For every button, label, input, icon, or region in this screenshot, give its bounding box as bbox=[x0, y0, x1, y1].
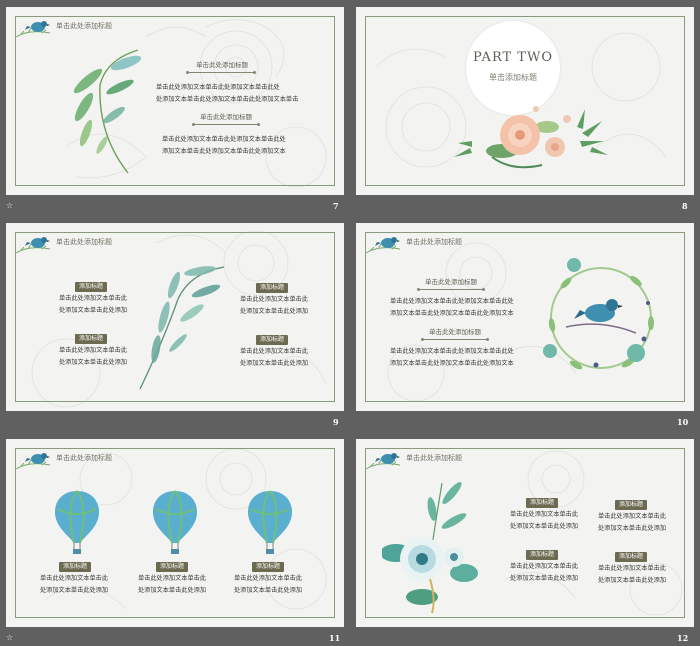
slide-thumbnail-7[interactable]: 单击此处添加标题 单击此处添加标题 单击此处添加文本单击此处添加文本单击此处 处… bbox=[6, 7, 344, 195]
paragraph-2-line-1: 单击此处添加文本单击此处添加文本单击此处 bbox=[390, 348, 514, 355]
slide-number: 11 bbox=[329, 633, 341, 643]
paragraph-2-line-2: 添加文本单击此处添加文本单击此处添加文本 bbox=[390, 360, 514, 367]
paragraph-1-line-1: 单击此处添加文本单击此处添加文本单击此处 bbox=[390, 298, 514, 305]
block-1-line-1: 单击此处添加文本单击此 bbox=[59, 295, 128, 302]
block-1-line-1: 单击此处添加文本单击此 bbox=[40, 575, 109, 582]
block-2-line-2: 处添加文本单击此处添加 bbox=[59, 359, 128, 366]
block-1-line-2: 处添加文本单击此处添加 bbox=[59, 307, 128, 314]
bird-icon bbox=[15, 453, 51, 470]
slide-thumbnail-8[interactable]: PART TWO 单击添加标题 bbox=[356, 7, 694, 195]
block-4-line-1: 单击此处添加文本单击此 bbox=[598, 565, 667, 572]
slide-thumbnail-11[interactable]: 单击此处添加标题 添加标题 单击此处添加文本单击此 处添加文本单击此处添加 添加… bbox=[6, 439, 344, 627]
subtitle-underline bbox=[417, 288, 485, 291]
section-pill: 添加标题 bbox=[59, 562, 92, 572]
paragraph-2-line-2: 添加文本单击此处添加文本单击此处添加文本 bbox=[162, 148, 286, 155]
hot-air-balloon-icon bbox=[152, 490, 198, 554]
block-2-line-2: 处添加文本单击此处添加 bbox=[138, 587, 207, 594]
block-3-line-2: 处添加文本单击此处添加 bbox=[598, 525, 667, 532]
part-subtitle: 单击添加标题 bbox=[489, 73, 537, 82]
block-1-line-2: 处添加文本单击此处添加 bbox=[40, 587, 109, 594]
slide-header-title: 单击此处添加标题 bbox=[56, 238, 112, 246]
slide-number: 8 bbox=[682, 201, 688, 211]
flower-bouquet-illustration bbox=[454, 106, 608, 169]
leaf-branch-illustration bbox=[139, 266, 225, 390]
subtitle-1: 单击此处添加标题 bbox=[196, 61, 248, 69]
section-pill: 添加标题 bbox=[615, 500, 648, 510]
slide-thumbnail-9[interactable]: 单击此处添加标题 添加标题 单击此处添加文本单击此 处添加文本单击此处添加 添加… bbox=[6, 223, 344, 411]
slide-number: 7 bbox=[333, 201, 339, 211]
section-pill: 添加标题 bbox=[256, 335, 289, 345]
block-2-line-1: 单击此处添加文本单击此 bbox=[59, 347, 128, 354]
block-4-line-1: 单击此处添加文本单击此 bbox=[240, 348, 309, 355]
block-4-line-2: 处添加文本单击此处添加 bbox=[240, 360, 309, 367]
subtitle-underline bbox=[192, 123, 260, 126]
paragraph-1-line-1: 单击此处添加文本单击此处添加文本单击此处 bbox=[156, 84, 280, 91]
block-3-line-2: 处添加文本单击此处添加 bbox=[240, 308, 309, 315]
slide-thumbnail-10[interactable]: 单击此处添加标题 单击此处添加标题 单击此处添加文本单击此处添加文本单击此处 添… bbox=[356, 223, 694, 411]
block-4-line-2: 处添加文本单击此处添加 bbox=[598, 577, 667, 584]
floral-wreath-with-bird-illustration bbox=[543, 258, 654, 370]
block-2-line-2: 处添加文本单击此处添加 bbox=[510, 575, 579, 582]
subtitle-underline bbox=[186, 71, 256, 74]
slide-number: 9 bbox=[333, 417, 339, 427]
section-pill: 添加标题 bbox=[615, 552, 648, 562]
hot-air-balloon-icon bbox=[247, 490, 293, 554]
section-pill: 添加标题 bbox=[156, 562, 189, 572]
paragraph-1-line-2: 添加文本单击此处添加文本单击此处添加文本 bbox=[390, 310, 514, 317]
slide-thumbnail-12[interactable]: 单击此处添加标题 添加标题 单击此处添加文本单击此 处添加文本单击此处添加 添加… bbox=[356, 439, 694, 627]
bird-icon bbox=[15, 21, 51, 38]
block-1-line-1: 单击此处添加文本单击此 bbox=[510, 511, 579, 518]
bird-icon bbox=[365, 237, 401, 254]
block-1-line-2: 处添加文本单击此处添加 bbox=[510, 523, 579, 530]
section-pill: 添加标题 bbox=[252, 562, 285, 572]
section-pill: 添加标题 bbox=[526, 550, 559, 560]
section-pill: 添加标题 bbox=[256, 283, 289, 293]
slide-number: 12 bbox=[677, 633, 689, 643]
section-pill: 添加标题 bbox=[526, 498, 559, 508]
section-pill: 添加标题 bbox=[75, 334, 108, 344]
subtitle-underline bbox=[421, 338, 489, 341]
block-3-line-1: 单击此处添加文本单击此 bbox=[598, 513, 667, 520]
paragraph-1-line-2: 处添加文本单击此处添加文本单击此处添加文本单击 bbox=[156, 96, 299, 103]
leaf-branch-illustration bbox=[73, 49, 142, 174]
subtitle-2: 单击此处添加标题 bbox=[200, 113, 252, 121]
part-title: PART TWO bbox=[473, 50, 553, 65]
block-3-line-1: 单击此处添加文本单击此 bbox=[240, 296, 309, 303]
flower-bouquet-illustration bbox=[382, 481, 478, 614]
paragraph-2-line-1: 单击此处添加文本单击此处添加文本单击此处 bbox=[162, 136, 286, 143]
star-icon: ☆ bbox=[6, 201, 14, 210]
slide-header-title: 单击此处添加标题 bbox=[56, 454, 112, 462]
subtitle-1: 单击此处添加标题 bbox=[425, 278, 477, 286]
block-2-line-1: 单击此处添加文本单击此 bbox=[510, 563, 579, 570]
slide-header-title: 单击此处添加标题 bbox=[406, 238, 462, 246]
slide-header-title: 单击此处添加标题 bbox=[406, 454, 462, 462]
slide-number: 10 bbox=[677, 417, 689, 427]
bird-icon bbox=[15, 237, 51, 254]
bird-icon bbox=[365, 453, 401, 470]
block-3-line-1: 单击此处添加文本单击此 bbox=[234, 575, 303, 582]
block-2-line-1: 单击此处添加文本单击此 bbox=[138, 575, 207, 582]
hot-air-balloon-icon bbox=[54, 490, 100, 554]
section-pill: 添加标题 bbox=[75, 282, 108, 292]
subtitle-2: 单击此处添加标题 bbox=[429, 328, 481, 336]
slide-header-title: 单击此处添加标题 bbox=[56, 22, 112, 30]
block-3-line-2: 处添加文本单击此处添加 bbox=[234, 587, 303, 594]
star-icon: ☆ bbox=[6, 633, 14, 642]
